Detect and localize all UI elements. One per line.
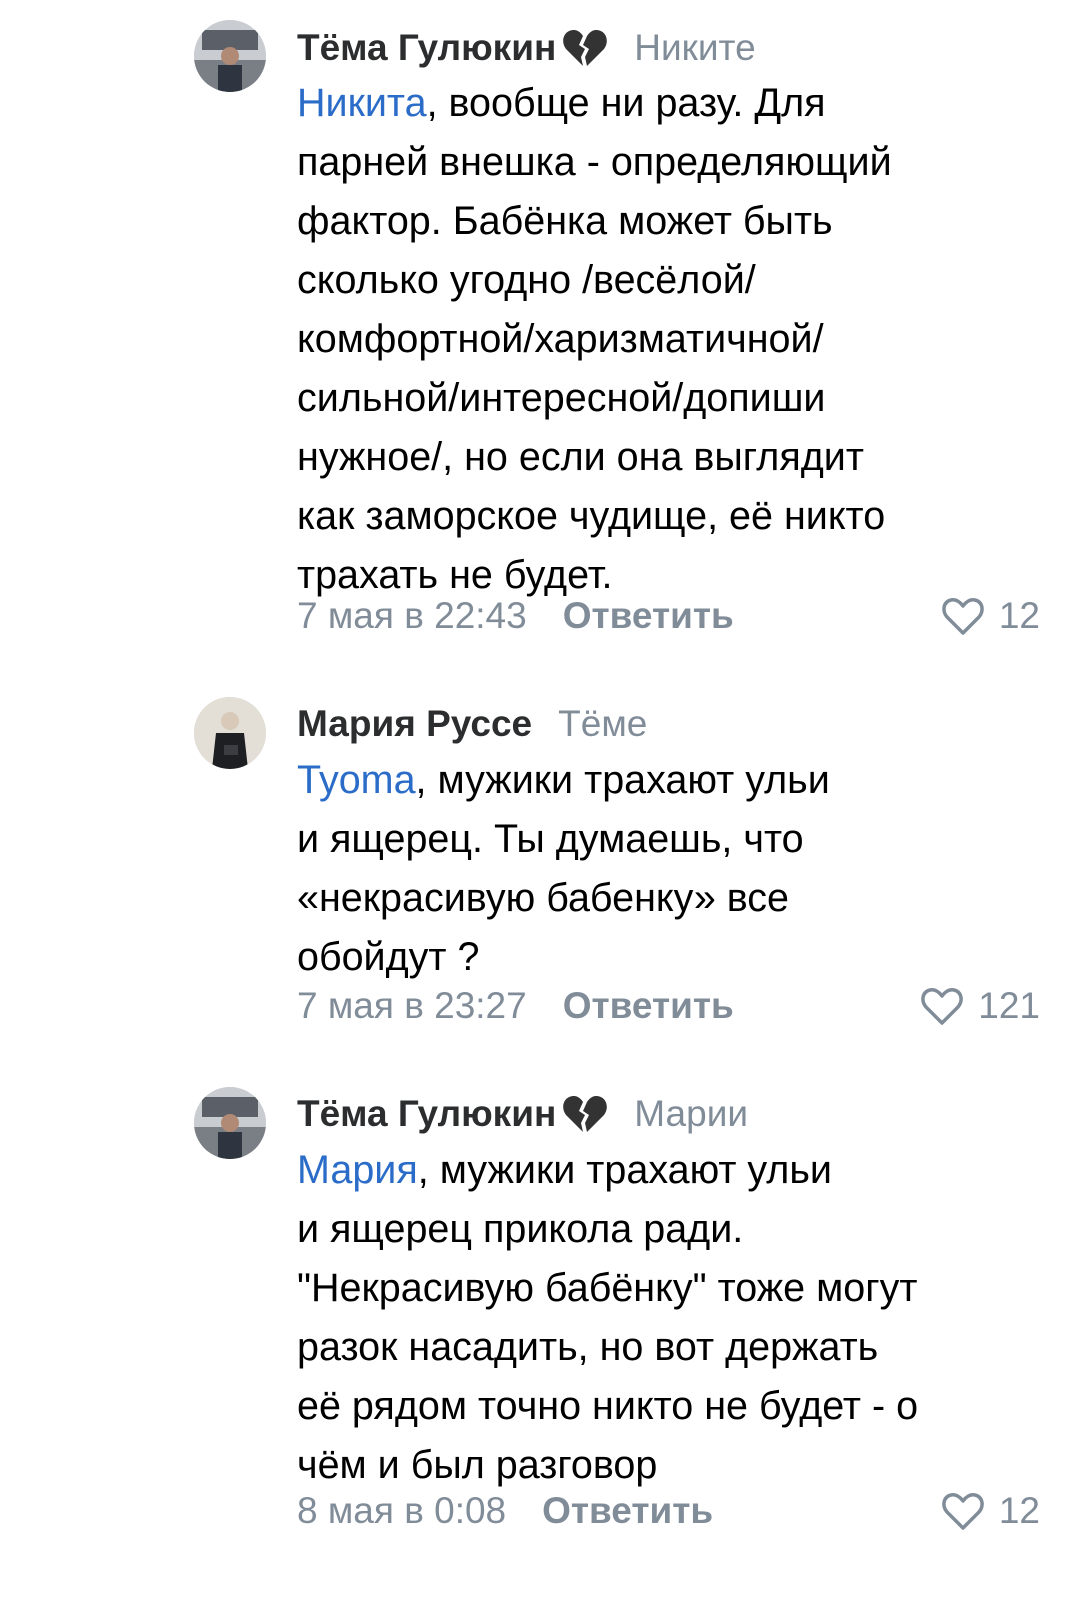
reply-button[interactable]: Ответить [542,1490,713,1532]
heart-outline-icon [942,598,984,635]
heart-outline-icon [921,988,964,1025]
comment-text: Tyoma, мужики трахают ульи и ящерец. Ты … [297,751,1057,987]
like-count: 12 [998,595,1040,636]
mention-link[interactable]: Tyoma [297,758,416,802]
avatar-photo [194,697,266,769]
comment-text: Мария, мужики трахают ульи и ящерец прик… [297,1141,1057,1495]
like-button[interactable]: 121 [920,985,1040,1027]
comment-author[interactable]: Тёма Гулюкин [297,27,556,69]
like-button[interactable]: 12 [941,595,1040,637]
broken-heart-icon [562,27,608,69]
like-count: 121 [978,985,1040,1026]
reply-to-name[interactable]: Тёме [558,703,647,745]
comment-date[interactable]: 8 мая в 0:08 [297,1490,506,1532]
comment-author[interactable]: Тёма Гулюкин [297,1093,556,1135]
mention-link[interactable]: Никита [297,81,427,125]
broken-heart-icon [562,1093,608,1135]
heart-outline-icon [942,1493,984,1530]
avatar[interactable] [194,20,266,92]
like-count: 12 [998,1490,1040,1531]
comment-body: , вообще ни разу. Для парней внешка - оп… [297,81,892,597]
comment-date[interactable]: 7 мая в 23:27 [297,985,527,1027]
comment-author[interactable]: Мария Руссе [297,703,532,745]
reply-button[interactable]: Ответить [563,595,734,637]
mention-link[interactable]: Мария [297,1148,418,1192]
comment-body: , мужики трахают ульи и ящерец прикола р… [297,1148,919,1487]
avatar[interactable] [194,1087,266,1159]
avatar[interactable] [194,697,266,769]
like-button[interactable]: 12 [941,1490,1040,1532]
comment-date[interactable]: 7 мая в 22:43 [297,595,527,637]
comment-text: Никита, вообще ни разу. Для парней внешк… [297,74,1057,605]
avatar-photo [194,1087,266,1159]
avatar-photo [194,20,266,92]
reply-to-name[interactable]: Марии [634,1093,748,1135]
reply-button[interactable]: Ответить [563,985,734,1027]
reply-to-name[interactable]: Никите [634,27,755,69]
